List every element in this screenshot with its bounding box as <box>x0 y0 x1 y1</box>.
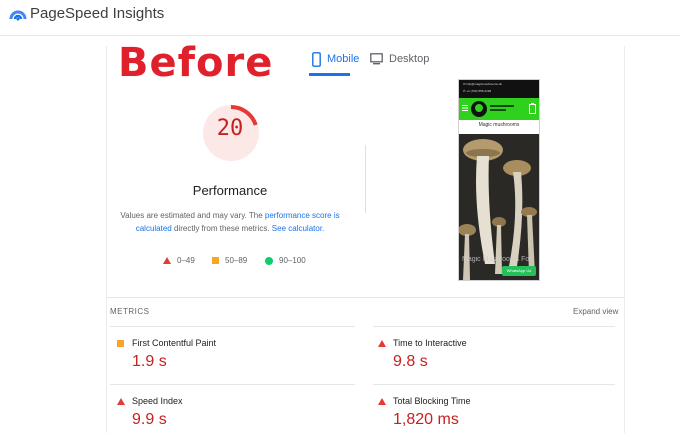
legend-pass-range: 90–100 <box>279 256 306 265</box>
performance-score: 20 <box>216 116 244 141</box>
legend-average-range: 50–89 <box>225 256 248 265</box>
metric-label: Total Blocking Time <box>393 396 471 406</box>
card-border-right <box>624 46 625 433</box>
site-logo-icon <box>471 101 487 117</box>
screenshot-header-email: ✉ info@magicmushrooms.uk <box>463 82 502 86</box>
metrics-divider <box>106 297 624 298</box>
active-tab-indicator <box>309 73 350 76</box>
tab-desktop-label: Desktop <box>389 53 430 65</box>
fail-triangle-icon <box>378 398 386 405</box>
average-square-icon <box>117 340 124 347</box>
metric-value: 9.8 s <box>393 353 428 370</box>
tab-desktop[interactable]: Desktop <box>370 50 429 68</box>
metric-label: First Contentful Paint <box>132 338 217 348</box>
metric-value: 1.9 s <box>132 353 167 370</box>
metrics-row-divider <box>373 384 615 385</box>
tab-mobile[interactable]: Mobile <box>312 50 359 68</box>
metric-label: Time to Interactive <box>393 338 467 348</box>
legend-fail-range: 0–49 <box>177 256 195 265</box>
screenshot-page-title: Magic mushrooms <box>478 122 520 128</box>
screenshot-header-phone: ✆ +1 (760) 555-0196 <box>463 89 492 93</box>
page-screenshot: ✉ info@magicmushrooms.uk ✆ +1 (760) 555-… <box>458 79 540 281</box>
site-tagline-bar <box>490 109 506 111</box>
pass-circle-icon <box>265 256 273 265</box>
screenshot-overlay-caption: Magic Mushrooms For <box>462 256 532 263</box>
performance-label: Performance <box>192 183 268 198</box>
metric-label: Speed Index <box>132 396 183 406</box>
fail-triangle-icon <box>378 340 386 347</box>
note-text-2: directly from these metrics. <box>171 224 272 233</box>
metrics-row-divider <box>373 326 615 327</box>
card-border-left <box>106 46 107 433</box>
site-name-bar <box>490 105 514 107</box>
fail-triangle-icon <box>163 257 171 264</box>
screenshot-header: ✉ info@magicmushrooms.uk ✆ +1 (760) 555-… <box>459 80 539 98</box>
panel-divider <box>365 145 366 213</box>
legend-fail: 0–49 <box>163 256 195 265</box>
metrics-heading: METRICS <box>110 307 150 316</box>
before-label: Before <box>118 40 274 86</box>
phone-icon <box>312 51 321 67</box>
expand-view-button[interactable]: Expand view <box>573 307 618 316</box>
menu-icon <box>462 105 468 111</box>
average-square-icon <box>212 257 219 264</box>
monitor-icon <box>370 53 383 65</box>
metric-value: 9.9 s <box>132 411 167 428</box>
legend-average: 50–89 <box>212 256 247 265</box>
metric-value: 1,820 ms <box>393 411 459 428</box>
tab-mobile-label: Mobile <box>327 53 360 65</box>
pagespeed-logo-icon <box>9 10 27 21</box>
app-title[interactable]: PageSpeed Insights <box>30 5 164 22</box>
legend-pass: 90–100 <box>265 256 306 265</box>
screenshot-navbar <box>459 98 539 120</box>
note-text-1: Values are estimated and may vary. The <box>120 211 265 220</box>
whatsapp-button: WhatsApp Us <box>502 266 536 276</box>
top-bar: PageSpeed Insights <box>0 0 680 36</box>
cart-icon <box>529 103 536 114</box>
metrics-row-divider <box>110 326 355 327</box>
performance-note: Values are estimated and may vary. The p… <box>112 209 348 235</box>
see-calculator-link[interactable]: See calculator. <box>272 224 324 233</box>
fail-triangle-icon <box>117 398 125 405</box>
metrics-row-divider <box>110 384 355 385</box>
